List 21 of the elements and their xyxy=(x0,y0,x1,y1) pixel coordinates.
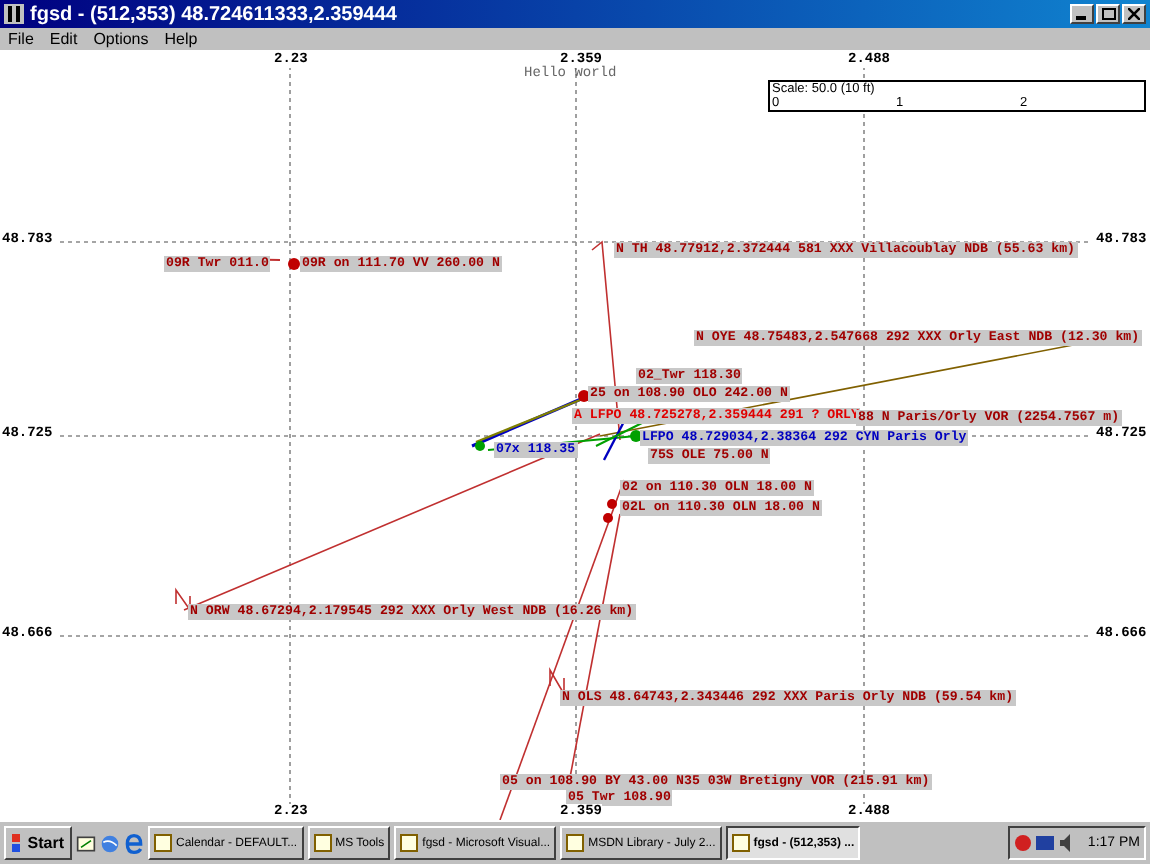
window-icon xyxy=(566,834,585,852)
window-icon xyxy=(400,834,419,852)
window-title: fgsd - (512,353) 48.724611333,2.359444 xyxy=(30,3,399,25)
menu-item[interactable]: Edit xyxy=(49,30,78,48)
browser-icon[interactable] xyxy=(124,833,144,853)
menu-item[interactable]: Options xyxy=(93,30,149,48)
maximize-button[interactable] xyxy=(1096,4,1120,24)
close-icon xyxy=(1128,8,1140,20)
speaker-icon[interactable] xyxy=(1057,834,1076,852)
start-button[interactable]: Start xyxy=(4,826,72,860)
close-button[interactable] xyxy=(1122,4,1146,24)
window-icon xyxy=(154,834,172,852)
window-icon xyxy=(313,834,332,852)
menu-item[interactable]: File xyxy=(8,30,34,48)
app-icon xyxy=(4,4,24,24)
maximize-icon xyxy=(1101,8,1115,20)
desktop-icon[interactable] xyxy=(76,833,96,853)
minimize-button[interactable] xyxy=(1070,4,1094,24)
globe-icon[interactable] xyxy=(100,833,120,853)
window-icon xyxy=(731,834,750,852)
menu-item[interactable]: Help xyxy=(164,30,198,48)
